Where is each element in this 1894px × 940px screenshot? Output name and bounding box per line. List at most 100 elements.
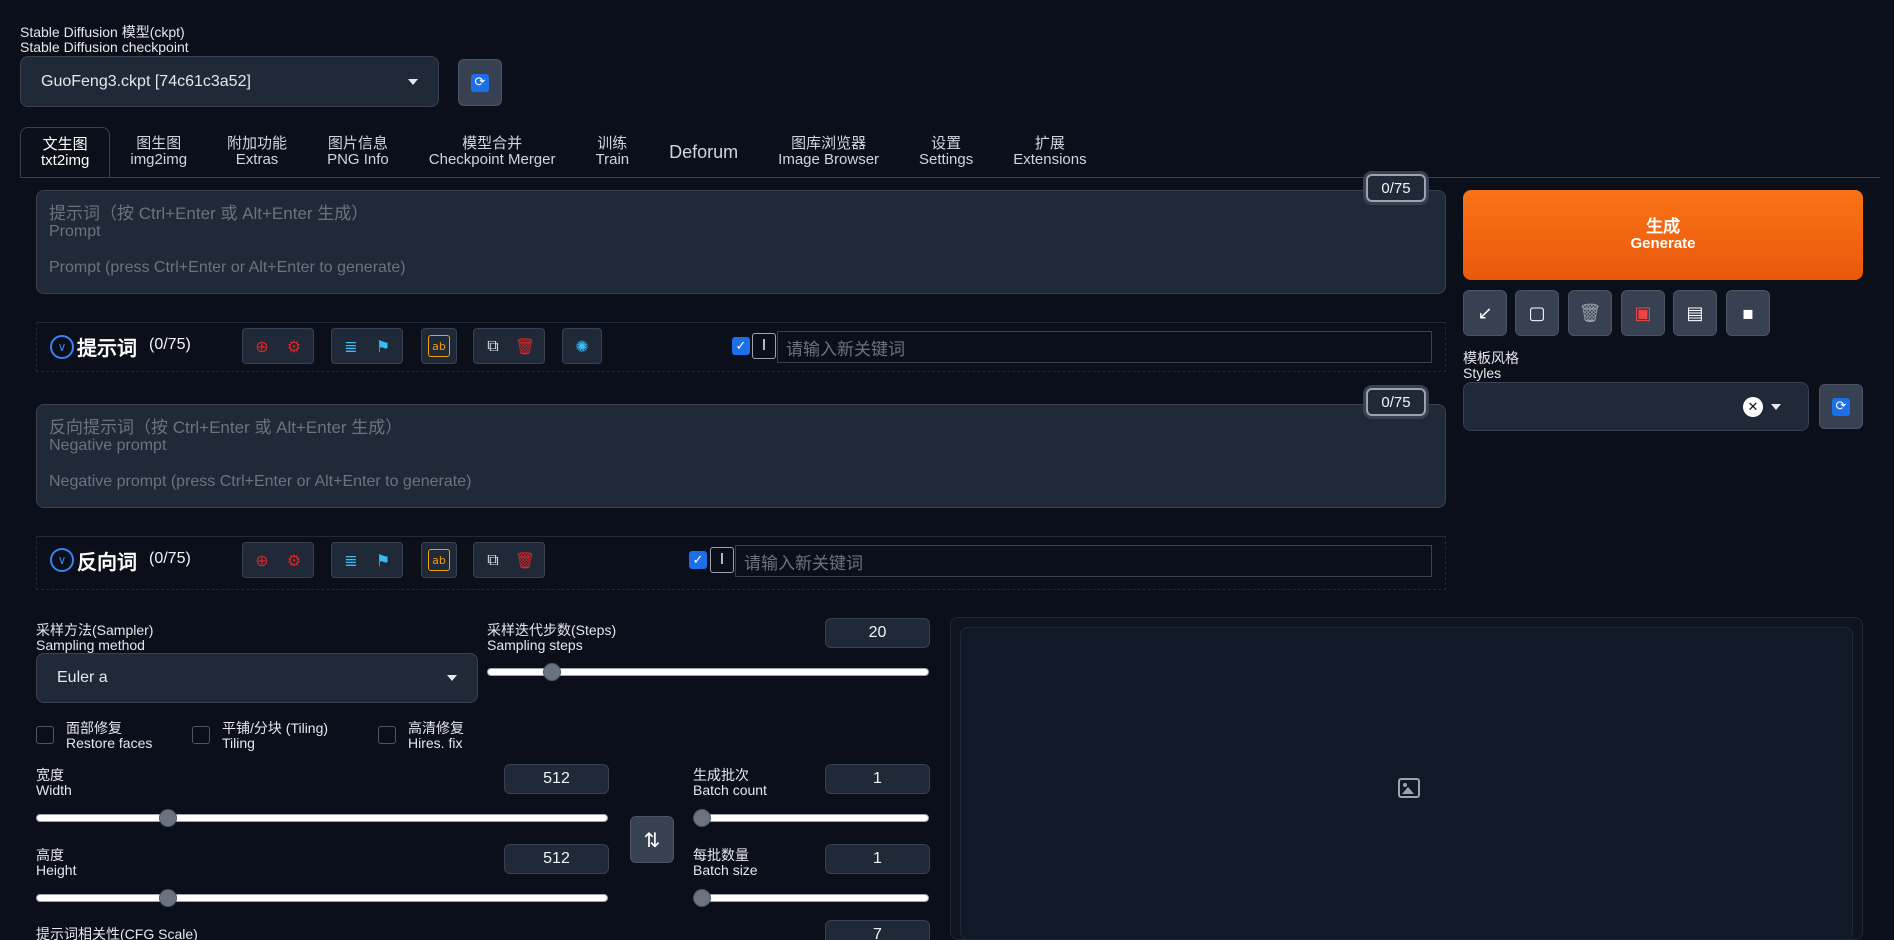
save-style-button[interactable]: ▪ xyxy=(1726,290,1770,336)
tab-deforum[interactable]: Deforum xyxy=(649,127,758,177)
cfg-input[interactable]: 7 xyxy=(825,920,930,940)
trash-icon[interactable]: 🗑 xyxy=(512,547,538,573)
keyword-enable-checkbox[interactable]: ✓ xyxy=(689,551,707,569)
height-input[interactable]: 512 xyxy=(504,844,609,874)
collapse-chevron-icon[interactable]: ∨ xyxy=(50,335,74,359)
globe-icon[interactable]: ⊕ xyxy=(249,333,275,359)
collapse-chevron-icon[interactable]: ∨ xyxy=(50,548,74,572)
prompt-keyword-input[interactable]: 请输入新关键词 xyxy=(777,331,1432,363)
styles-refresh-button[interactable]: ⟳ xyxy=(1819,384,1863,429)
replace-icon[interactable]: ab xyxy=(428,549,450,571)
tab-bar: 文生图 txt2img 图生图 img2img 附加功能 Extras 图片信息 PNG In… xyxy=(20,127,1107,177)
swap-dimensions-button[interactable]: ⇅ xyxy=(630,816,674,863)
copy-icon[interactable]: ⧉ xyxy=(480,333,506,359)
chevron-down-icon xyxy=(447,675,457,681)
tiling-checkbox[interactable] xyxy=(192,726,210,744)
tab-txt2img[interactable]: 文生图 txt2img xyxy=(20,127,111,177)
width-input[interactable]: 512 xyxy=(504,764,609,794)
tab-label-en: Extras xyxy=(235,151,279,168)
batch-count-label-zh: 生成批次 xyxy=(693,767,749,783)
prompt-tags-title: 提示词 xyxy=(77,336,137,360)
styles-select[interactable]: ✕ xyxy=(1463,382,1809,431)
height-slider-thumb[interactable] xyxy=(158,889,177,907)
clear-icon[interactable]: ✕ xyxy=(1743,397,1763,417)
history-icon[interactable]: ≣ xyxy=(338,547,364,573)
tab-image-browser[interactable]: 图库浏览器 Image Browser xyxy=(758,127,899,177)
checkpoint-label-en: Stable Diffusion checkpoint xyxy=(20,39,189,55)
tab-extensions[interactable]: 扩展 Extensions xyxy=(993,127,1106,177)
history-group: ≣ ⚑ xyxy=(331,542,403,578)
tab-label-zh: 训练 xyxy=(597,135,628,152)
keyword-enable-checkbox[interactable]: ✓ xyxy=(732,337,750,355)
height-slider-track[interactable] xyxy=(36,894,608,902)
generate-label-en: Generate xyxy=(1630,235,1696,252)
tab-label-zh: 图片信息 xyxy=(327,135,388,152)
arrow-down-left-icon: ↙ xyxy=(1477,302,1493,324)
copy-delete-group: ⧉ 🗑 xyxy=(473,328,545,364)
globe-icon[interactable]: ⊕ xyxy=(249,547,275,573)
steps-label: 采样迭代步数(Steps) Sampling steps xyxy=(487,623,616,653)
read-params-button[interactable]: ↙ xyxy=(1463,290,1507,336)
trash-icon[interactable]: 🗑 xyxy=(512,333,538,359)
gear-icon[interactable]: ⚙ xyxy=(281,547,307,573)
steps-input[interactable]: 20 xyxy=(825,618,930,648)
height-label-en: Height xyxy=(36,862,77,878)
checkpoint-select[interactable]: GuoFeng3.ckpt [74c61c3a52] xyxy=(20,56,439,107)
tab-png-info[interactable]: 图片信息 PNG Info xyxy=(307,127,409,177)
restore-faces-checkbox[interactable] xyxy=(36,726,54,744)
batch-size-input[interactable]: 1 xyxy=(825,844,930,874)
tab-label-zh: 图库浏览器 xyxy=(791,135,867,152)
checkpoint-refresh-button[interactable]: ⟳ xyxy=(458,59,502,106)
width-slider-thumb[interactable] xyxy=(158,809,177,827)
tab-panel-border xyxy=(20,177,1880,178)
sampler-select[interactable]: Euler a xyxy=(36,653,478,703)
negative-placeholder: Negative prompt (press Ctrl+Enter or Alt… xyxy=(49,473,472,490)
restore-faces-label-en: Restore faces xyxy=(66,735,153,751)
prompt-token-counter: 0/75 xyxy=(1366,174,1426,202)
generate-button[interactable]: 生成 Generate xyxy=(1463,190,1863,280)
negative-prompt-textarea[interactable]: 反向提示词（按 Ctrl+Enter 或 Alt+Enter 生成） Negat… xyxy=(36,404,1446,508)
tab-extras[interactable]: 附加功能 Extras xyxy=(207,127,307,177)
tab-label-en: Extensions xyxy=(1013,151,1087,168)
tab-img2img[interactable]: 图生图 img2img xyxy=(110,127,207,177)
paste-button[interactable]: ▢ xyxy=(1515,290,1559,336)
batch-count-slider-thumb[interactable] xyxy=(693,809,711,827)
batch-count-slider-track[interactable] xyxy=(693,814,929,822)
tab-checkpoint-merger[interactable]: 模型合并 Checkpoint Merger xyxy=(409,127,576,177)
openai-icon[interactable]: ✺ xyxy=(569,333,595,359)
tab-label-zh: 模型合并 xyxy=(462,135,523,152)
sampler-label: 采样方法(Sampler) Sampling method xyxy=(36,623,153,653)
hires-fix-checkbox[interactable] xyxy=(378,726,396,744)
gear-icon[interactable]: ⚙ xyxy=(281,333,307,359)
batch-count-label: 生成批次 Batch count xyxy=(693,768,767,798)
batch-count-input[interactable]: 1 xyxy=(825,764,930,794)
batch-size-slider-track[interactable] xyxy=(693,894,929,902)
sampler-label-zh: 采样方法(Sampler) xyxy=(36,622,154,638)
negative-keyword-input[interactable]: 请输入新关键词 xyxy=(735,545,1432,577)
steps-slider-thumb[interactable] xyxy=(543,663,562,681)
negative-label-zh: 反向提示词（按 Ctrl+Enter 或 Alt+Enter 生成） xyxy=(49,418,403,437)
image-placeholder-icon xyxy=(1398,778,1420,798)
prompt-textarea[interactable]: 提示词（按 Ctrl+Enter 或 Alt+Enter 生成） Prompt … xyxy=(36,190,1446,294)
prompt-keyword-placeholder: 请输入新关键词 xyxy=(786,339,905,359)
batch-size-label-zh: 每批数量 xyxy=(693,847,749,863)
checkpoint-label-zh: Stable Diffusion 模型(ckpt) xyxy=(20,24,185,40)
styles-label-zh: 模板风格 xyxy=(1463,350,1519,366)
clear-prompt-button[interactable]: 🗑 xyxy=(1568,290,1612,336)
hires-fix-label-zh: 高清修复 xyxy=(408,720,464,736)
checkpoint-selected: GuoFeng3.ckpt [74c61c3a52] xyxy=(41,72,251,90)
apply-style-button[interactable]: ▤ xyxy=(1673,290,1717,336)
tab-train[interactable]: 训练 Train xyxy=(576,127,650,177)
batch-size-slider-thumb[interactable] xyxy=(693,889,711,907)
tiling-label: 平铺/分块 (Tiling) Tiling xyxy=(222,721,328,751)
translate-group: ⊕ ⚙ xyxy=(242,328,314,364)
width-slider-track[interactable] xyxy=(36,814,608,822)
copy-icon[interactable]: ⧉ xyxy=(480,547,506,573)
replace-icon[interactable]: ab xyxy=(428,335,450,357)
tab-settings[interactable]: 设置 Settings xyxy=(899,127,993,177)
bookmark-icon[interactable]: ⚑ xyxy=(370,333,396,359)
bookmark-icon[interactable]: ⚑ xyxy=(370,547,396,573)
extra-networks-button[interactable]: ▣ xyxy=(1621,290,1665,336)
history-icon[interactable]: ≣ xyxy=(338,333,364,359)
clipboard-icon: ▢ xyxy=(1528,302,1546,324)
